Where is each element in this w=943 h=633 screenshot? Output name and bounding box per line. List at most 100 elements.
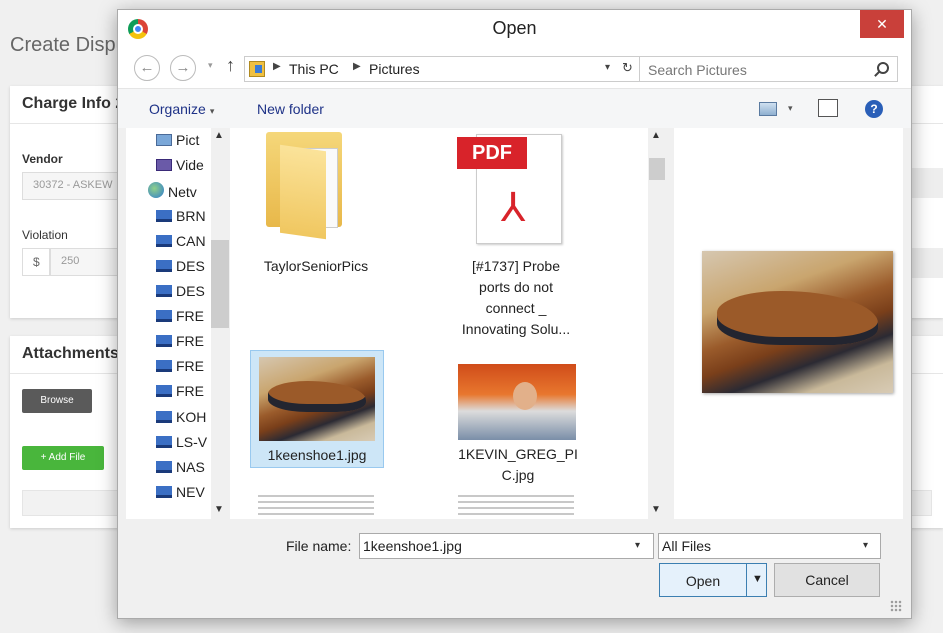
wordcloud-photo-thumbnail[interactable] bbox=[458, 494, 574, 519]
search-input[interactable]: Search Pictures bbox=[639, 56, 898, 82]
file-type-select[interactable]: All Files bbox=[658, 533, 881, 559]
tree-item-label: LS-V bbox=[176, 434, 208, 450]
tree-item-computer[interactable]: NAS bbox=[156, 459, 205, 481]
computer-icon bbox=[156, 285, 172, 297]
pdf-badge: PDF bbox=[457, 137, 527, 169]
tree-item-computer[interactable]: LS-V bbox=[156, 434, 207, 456]
currency-prefix: $ bbox=[22, 248, 50, 276]
tree-item-pictures[interactable]: Pict bbox=[156, 132, 199, 154]
violation-label: Violation bbox=[22, 228, 68, 242]
breadcrumb-this-pc[interactable]: This PC bbox=[289, 61, 339, 77]
preview-pane-icon[interactable] bbox=[818, 99, 838, 117]
file-item-photo[interactable]: 1KEVIN_GREG_PI C.jpg bbox=[452, 350, 584, 490]
browse-button[interactable]: Browse bbox=[22, 389, 92, 413]
tree-item-label: Pict bbox=[176, 132, 200, 148]
breadcrumb-separator-icon[interactable]: ▶ bbox=[273, 61, 281, 72]
portrait-photo-thumbnail bbox=[458, 364, 576, 440]
tree-item-computer[interactable]: FRE bbox=[156, 308, 204, 330]
tree-scroll-thumb[interactable] bbox=[211, 240, 229, 328]
computer-icon bbox=[156, 260, 172, 272]
file-list: TaylorSeniorPics PDF ⅄ [#1737] Probe por… bbox=[230, 128, 648, 519]
close-button[interactable]: ✕ bbox=[860, 10, 904, 38]
organize-menu[interactable]: Organize ▾ bbox=[149, 101, 214, 117]
tree-item-label: BRN bbox=[176, 208, 206, 224]
search-icon[interactable] bbox=[877, 62, 889, 74]
pictures-library-icon bbox=[249, 61, 265, 77]
new-folder-button[interactable]: New folder bbox=[257, 101, 324, 117]
computer-icon bbox=[156, 385, 172, 397]
breadcrumb-separator-icon[interactable]: ▶ bbox=[353, 61, 361, 72]
scroll-down-arrow-icon[interactable]: ▼ bbox=[214, 504, 224, 515]
address-history-chevron-icon[interactable]: ▾ bbox=[605, 62, 610, 73]
refresh-icon[interactable]: ↻ bbox=[622, 60, 633, 76]
tree-item-label: NAS bbox=[176, 459, 205, 475]
organize-label: Organize bbox=[149, 101, 206, 117]
tree-item-label: Vide bbox=[176, 157, 204, 173]
wordcloud-photo-thumbnail[interactable] bbox=[258, 494, 374, 519]
tree-item-label: FRE bbox=[176, 333, 204, 349]
tree-item-computer[interactable]: FRE bbox=[156, 333, 204, 355]
cancel-button[interactable]: Cancel bbox=[774, 563, 880, 597]
shoe-photo-thumbnail bbox=[259, 357, 375, 441]
recent-locations-chevron-icon[interactable]: ▾ bbox=[208, 60, 213, 71]
file-name-label: File name: bbox=[286, 538, 352, 554]
scroll-up-arrow-icon[interactable]: ▲ bbox=[214, 130, 224, 141]
file-name-line: [#1737] Probe bbox=[472, 258, 560, 274]
open-options-chevron-icon[interactable]: ▼ bbox=[752, 573, 763, 585]
back-arrow-icon[interactable]: ← bbox=[134, 55, 160, 81]
file-item-pdf[interactable]: PDF ⅄ [#1737] Probe ports do not connect… bbox=[450, 128, 582, 343]
tree-item-computer[interactable]: FRE bbox=[156, 383, 204, 405]
scroll-down-arrow-icon[interactable]: ▼ bbox=[651, 504, 661, 515]
tree-item-computer[interactable]: DES bbox=[156, 258, 205, 280]
file-name: 1keenshoe1.jpg bbox=[267, 447, 367, 463]
file-name-input[interactable]: 1keenshoe1.jpg bbox=[359, 533, 654, 559]
tree-item-videos[interactable]: Vide bbox=[156, 157, 204, 179]
tree-item-network[interactable]: Netv bbox=[148, 182, 197, 204]
file-item-folder[interactable]: TaylorSeniorPics bbox=[250, 128, 382, 288]
tree-item-label: FRE bbox=[176, 358, 204, 374]
file-list-scroll-thumb[interactable] bbox=[649, 158, 665, 180]
computer-icon bbox=[156, 486, 172, 498]
computer-icon bbox=[156, 411, 172, 423]
address-bar[interactable]: ▶ This PC ▶ Pictures ▾ ↻ bbox=[244, 56, 642, 82]
pictures-icon bbox=[156, 134, 172, 146]
file-name-chevron-icon[interactable]: ▾ bbox=[635, 540, 640, 551]
dialog-titlebar[interactable]: Open ✕ bbox=[118, 10, 911, 48]
resize-grip-icon[interactable] bbox=[890, 600, 902, 612]
help-icon[interactable]: ? bbox=[865, 100, 883, 118]
add-file-button[interactable]: + Add File bbox=[22, 446, 104, 470]
open-button-divider bbox=[746, 564, 747, 596]
vendor-field[interactable]: 30372 - ASKEW bbox=[22, 172, 132, 200]
file-name-line: Innovating Solu... bbox=[461, 321, 571, 337]
tree-item-computer[interactable]: NEV bbox=[156, 484, 205, 506]
videos-icon bbox=[156, 159, 172, 171]
tree-item-label: FRE bbox=[176, 383, 204, 399]
up-arrow-icon[interactable]: ↑ bbox=[226, 55, 235, 76]
file-item-selected[interactable]: 1keenshoe1.jpg bbox=[250, 350, 384, 468]
change-view-icon[interactable] bbox=[759, 102, 777, 116]
file-type-chevron-icon[interactable]: ▾ bbox=[863, 540, 868, 551]
scroll-up-arrow-icon[interactable]: ▲ bbox=[651, 130, 661, 141]
file-name-line: 1KEVIN_GREG_PI bbox=[458, 446, 578, 462]
command-toolbar: Organize ▾ New folder ▾ ? bbox=[118, 88, 911, 128]
tree-item-label: CAN bbox=[176, 233, 206, 249]
open-button[interactable]: Open ▼ bbox=[659, 563, 767, 597]
computer-icon bbox=[156, 210, 172, 222]
file-list-scrollbar[interactable]: ▲ ▼ bbox=[648, 128, 666, 519]
tree-scrollbar[interactable]: ▲ ▼ bbox=[211, 128, 229, 519]
tree-item-computer[interactable]: FRE bbox=[156, 358, 204, 380]
acrobat-logo-icon: ⅄ bbox=[501, 186, 526, 230]
computer-icon bbox=[156, 335, 172, 347]
breadcrumb-pictures[interactable]: Pictures bbox=[369, 61, 420, 77]
tree-item-label: NEV bbox=[176, 484, 205, 500]
dialog-title: Open bbox=[492, 18, 537, 38]
tree-item-computer[interactable]: BRN bbox=[156, 208, 206, 230]
tree-item-computer[interactable]: CAN bbox=[156, 233, 206, 255]
forward-arrow-icon[interactable]: → bbox=[170, 55, 196, 81]
view-options-chevron-icon[interactable]: ▾ bbox=[788, 103, 793, 114]
computer-icon bbox=[156, 461, 172, 473]
tree-item-computer[interactable]: DES bbox=[156, 283, 205, 305]
search-placeholder: Search Pictures bbox=[648, 62, 747, 78]
tree-item-computer[interactable]: KOH bbox=[156, 409, 206, 431]
folder-flap bbox=[280, 144, 326, 240]
